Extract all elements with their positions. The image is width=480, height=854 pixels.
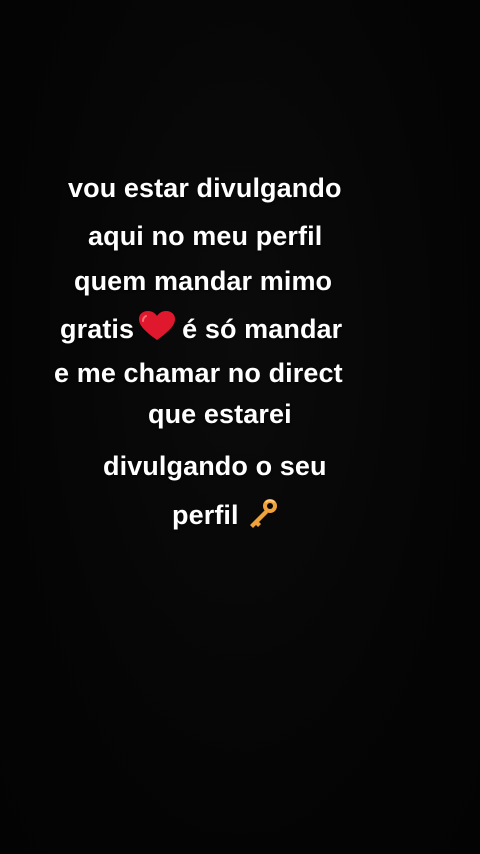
story-text-line-3: quem mandar mimo — [74, 266, 333, 296]
key-icon — [245, 496, 281, 538]
story-canvas: vou estar divulgando aqui no meu perfil … — [0, 0, 480, 854]
story-text-line-4: gratis é só mandar — [60, 310, 342, 350]
story-text-line-8: perfil — [172, 496, 281, 538]
story-text-line-2: aqui no meu perfil — [88, 221, 323, 251]
story-text-gratis: gratis — [60, 314, 135, 344]
story-text-line-7: divulgando o seu — [103, 451, 327, 481]
red-heart-icon — [138, 310, 176, 350]
story-text-line-5: e me chamar no direct — [54, 358, 343, 388]
story-text-perfil: perfil — [172, 500, 239, 530]
story-text-e-so-mandar: é só mandar — [182, 314, 343, 344]
story-text-line-6: que estarei — [148, 399, 292, 429]
story-text-line-1: vou estar divulgando — [68, 173, 342, 203]
